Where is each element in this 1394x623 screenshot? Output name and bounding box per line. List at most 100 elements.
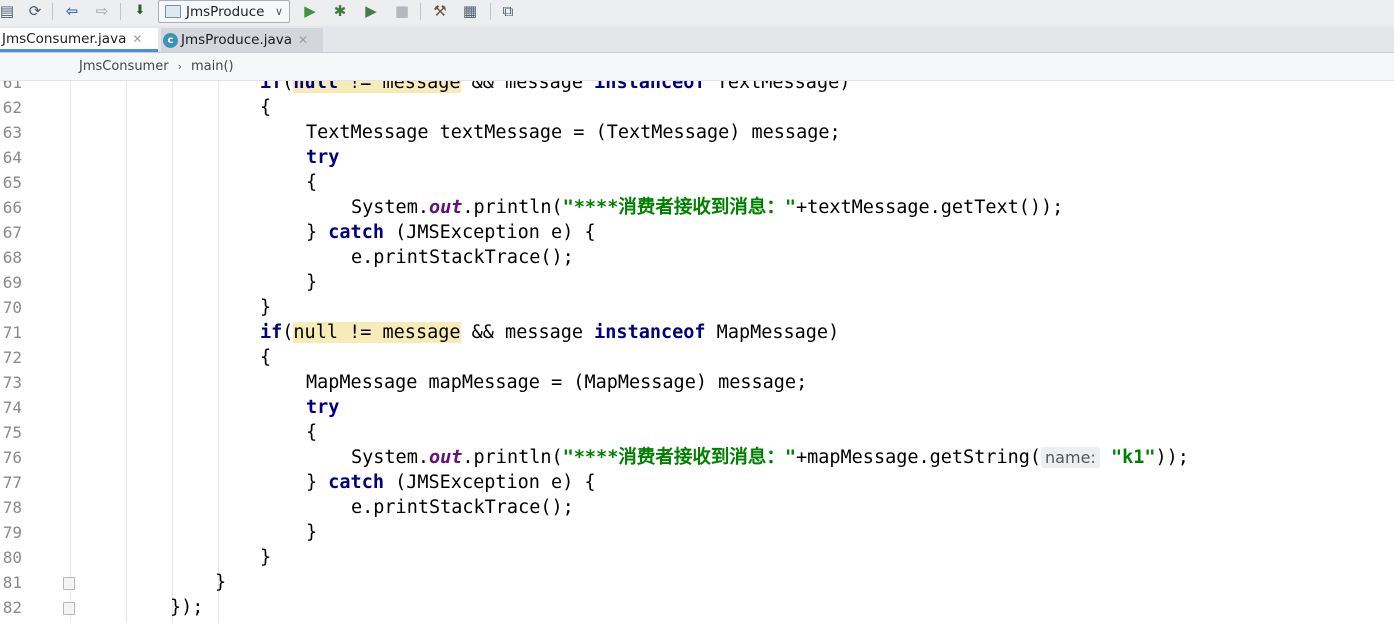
breadcrumb-class[interactable]: JmsConsumer [79, 59, 169, 74]
tab-jmsproduce[interactable]: c JmsProduce.java ✕ [161, 28, 323, 52]
line-number: 82 [2, 598, 22, 617]
editor-tabs: JmsConsumer.java ✕ c JmsProduce.java ✕ [0, 26, 1394, 53]
line-number: 70 [2, 298, 22, 317]
line-number: 81 [2, 573, 22, 592]
tab-label: JmsConsumer.java [2, 30, 127, 47]
line-number: 80 [2, 548, 22, 567]
code-text: if(null != message && message instanceof… [260, 81, 850, 95]
code-line: 70 } [0, 295, 1394, 320]
line-number: 65 [2, 173, 22, 192]
breadcrumb-method[interactable]: main() [191, 59, 234, 74]
coverage-icon[interactable]: ▶ [360, 2, 382, 20]
code-text: { [306, 422, 318, 443]
line-number: 73 [2, 373, 22, 392]
code-line: 73 MapMessage mapMessage = (MapMessage) … [0, 370, 1394, 395]
line-number: 63 [2, 123, 22, 142]
code-line: 82 }); [0, 595, 1394, 620]
close-icon[interactable]: ✕ [132, 32, 142, 46]
tab-jmsconsumer[interactable]: JmsConsumer.java ✕ [0, 28, 158, 52]
run-icon[interactable]: ▶ [300, 2, 320, 20]
code-line: 62 { [0, 95, 1394, 120]
search-icon[interactable]: ⧉ [498, 2, 518, 20]
code-line: 65 { [0, 170, 1394, 195]
code-text: }); [170, 597, 204, 618]
code-line: 81 } [0, 570, 1394, 595]
code-line: 66 System.out.println("****消费者接收到消息："+te… [0, 195, 1394, 220]
code-line: 78 e.printStackTrace(); [0, 495, 1394, 520]
line-number: 78 [2, 498, 22, 517]
build-icon[interactable]: ⬇ [130, 2, 150, 20]
code-text: } [306, 522, 318, 543]
line-number: 76 [2, 448, 22, 467]
code-text: TextMessage textMessage = (TextMessage) … [306, 122, 841, 143]
main-toolbar: ▤ ⟳ ⇦ ⇨ ⬇ JmsProduce ∨ ▶ ✱ ▶ ■ ⚒ ▦ ⧉ [0, 0, 1394, 27]
chevron-down-icon: ∨ [274, 5, 283, 18]
code-text: { [260, 347, 272, 368]
code-line: 79 } [0, 520, 1394, 545]
code-text: e.printStackTrace(); [351, 497, 574, 518]
line-number: 61 [2, 81, 22, 92]
code-line: 67 } catch (JMSException e) { [0, 220, 1394, 245]
close-icon[interactable]: ✕ [298, 33, 308, 47]
fold-marker-icon[interactable] [63, 602, 75, 615]
line-number: 71 [2, 323, 22, 342]
code-text: System.out.println("****消费者接收到消息："+textM… [351, 197, 1064, 218]
code-line: 64 try [0, 145, 1394, 170]
code-text: } catch (JMSException e) { [306, 222, 596, 243]
code-line: 61 if(null != message && message instanc… [0, 81, 1394, 95]
code-line: 68 e.printStackTrace(); [0, 245, 1394, 270]
toolbar-separator [490, 3, 491, 20]
sync-icon[interactable]: ⟳ [25, 2, 45, 20]
toolbar-separator [120, 3, 121, 20]
line-number: 74 [2, 398, 22, 417]
code-line: 80 } [0, 545, 1394, 570]
line-number: 75 [2, 423, 22, 442]
code-editor[interactable]: 61 if(null != message && message instanc… [0, 81, 1394, 623]
back-icon[interactable]: ⇦ [62, 2, 82, 20]
code-text: } [306, 272, 318, 293]
code-text: } [215, 572, 227, 593]
code-text: System.out.println("****消费者接收到消息："+mapMe… [351, 447, 1189, 468]
debug-icon[interactable]: ✱ [330, 2, 350, 20]
forward-icon[interactable]: ⇨ [92, 2, 112, 20]
line-number: 72 [2, 348, 22, 367]
project-structure-icon[interactable]: ⚒ [430, 2, 450, 20]
parameter-hint: name: [1041, 447, 1100, 468]
line-number: 79 [2, 523, 22, 542]
run-configuration-select[interactable]: JmsProduce ∨ [158, 0, 290, 23]
code-line: 74 try [0, 395, 1394, 420]
code-text: MapMessage mapMessage = (MapMessage) mes… [306, 372, 808, 393]
code-text: try [306, 147, 340, 168]
code-line: 71 if(null != message && message instanc… [0, 320, 1394, 345]
run-config-icon [165, 5, 181, 18]
code-text: { [306, 172, 318, 193]
line-number: 67 [2, 223, 22, 242]
breadcrumb: JmsConsumer › main() [0, 53, 1394, 81]
code-text: } [260, 547, 272, 568]
line-number: 69 [2, 273, 22, 292]
code-text: } [260, 297, 272, 318]
tab-label: JmsProduce.java [181, 32, 293, 48]
run-configuration-label: JmsProduce [186, 3, 265, 20]
code-line: 77 } catch (JMSException e) { [0, 470, 1394, 495]
line-number: 68 [2, 248, 22, 267]
code-text: } catch (JMSException e) { [306, 472, 596, 493]
sdk-icon[interactable]: ▦ [460, 2, 480, 20]
code-text: { [260, 97, 272, 118]
toolbar-separator [420, 3, 421, 20]
code-text: e.printStackTrace(); [351, 247, 574, 268]
java-class-icon: c [163, 32, 178, 48]
toolbar-separator [52, 3, 53, 20]
code-line: 76 System.out.println("****消费者接收到消息："+ma… [0, 445, 1394, 470]
code-line: 63 TextMessage textMessage = (TextMessag… [0, 120, 1394, 145]
fold-marker-icon[interactable] [63, 577, 75, 590]
code-text: if(null != message && message instanceof… [260, 322, 840, 343]
save-all-icon[interactable]: ▤ [0, 2, 14, 20]
code-line: 72 { [0, 345, 1394, 370]
line-number: 77 [2, 473, 22, 492]
chevron-right-icon: › [177, 60, 182, 73]
code-line: 69 } [0, 270, 1394, 295]
line-number: 64 [2, 148, 22, 167]
code-line: 75 { [0, 420, 1394, 445]
stop-icon[interactable]: ■ [393, 2, 411, 20]
